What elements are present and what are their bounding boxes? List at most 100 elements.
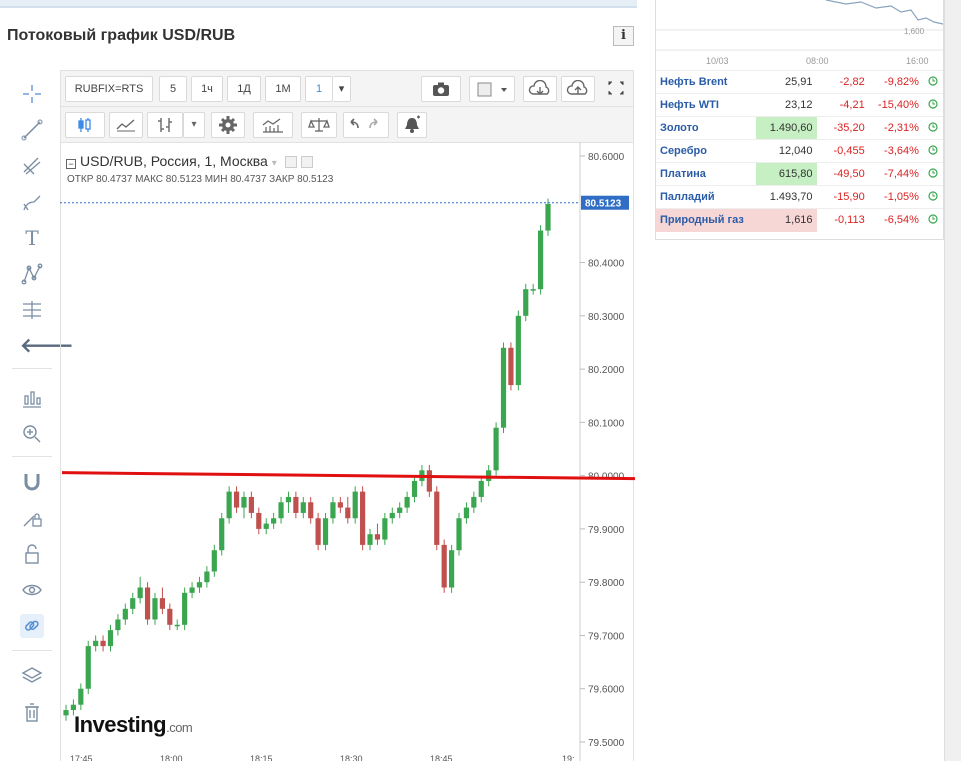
mini-axis-0: 10/03 [706,56,729,66]
candlestick-chart[interactable]: 80.600080.400080.300080.200080.100080.00… [60,142,635,761]
candle-body [478,480,484,497]
trash-icon[interactable] [20,700,44,724]
clock-icon [922,70,943,94]
quote-change: -49,50 [816,162,869,186]
interval-1min[interactable]: 1 [305,76,333,102]
candle-body [322,518,329,545]
candle-body [449,550,455,588]
alert-bell-icon[interactable] [397,112,427,138]
symbol-selector[interactable]: RUBFIX=RTS [65,76,153,102]
clock-icon [922,93,943,117]
candle-body [107,630,114,647]
interval-1h[interactable]: 1ч [191,76,223,102]
quote-name[interactable]: Платина [656,162,757,186]
camera-icon[interactable] [421,76,461,102]
zoom-in-icon[interactable] [20,422,44,446]
lock-drawings-icon[interactable] [20,506,44,530]
compare-scale-icon[interactable] [301,112,337,138]
y-tick-label: 79.9000 [588,525,625,536]
quote-name[interactable]: Природный газ [656,208,757,232]
candle-body [115,619,121,631]
quote-change: -2,82 [816,70,869,94]
settings-gear-icon[interactable] [211,112,245,138]
interval-1m[interactable]: 1М [265,76,301,102]
quote-row[interactable]: Нефть Brent 25,91 -2,82 -9,82% [656,70,943,94]
interval-dropdown[interactable]: ▾ [333,76,351,102]
measure-icon[interactable] [20,298,44,322]
color-picker-button[interactable] [469,76,515,102]
candle-body [263,523,269,529]
candle-body [382,518,388,540]
candle-body [397,507,403,513]
interval-5[interactable]: 5 [159,76,187,102]
candle-body [523,289,529,316]
resistance-line[interactable] [61,471,635,481]
interval-1d[interactable]: 1Д [227,76,261,102]
candle-body [130,598,136,609]
candle-body [78,688,84,705]
quote-change: -15,90 [816,185,869,209]
pattern-icon[interactable] [20,262,44,286]
quote-change-pct: -15,40% [868,93,923,117]
arrow-left-icon[interactable]: 🡐 [20,334,74,358]
window-edge [944,0,961,761]
candle-body [204,571,210,583]
magnet-icon[interactable] [20,470,44,494]
candle-body [463,507,470,519]
link-icon[interactable] [20,614,44,638]
quote-row[interactable]: Золото 1.490,60 -35,20 -2,31% [656,116,943,140]
quote-row[interactable]: Природный газ 1,616 -0,113 -6,54% [656,208,943,232]
quote-last: 23,12 [756,93,817,117]
fullscreen-icon[interactable] [601,76,631,102]
crosshair-icon[interactable] [20,82,44,106]
quote-name[interactable]: Серебро [656,139,757,163]
quote-last: 1,616 [756,208,817,232]
quote-row[interactable]: Нефть WTI 23,12 -4,21 -15,40% [656,93,943,117]
candle-body [500,347,507,428]
quote-change: -35,20 [816,116,869,140]
indicators-button-icon[interactable] [253,112,293,138]
quote-last: 615,80 [756,162,817,186]
eye-icon[interactable] [20,578,44,602]
unlock-icon[interactable] [20,542,44,566]
clock-icon [922,208,943,232]
quote-name[interactable]: Золото [656,116,757,140]
candle-body [85,646,91,689]
candle-body [508,347,514,386]
trend-line-icon[interactable] [20,118,44,142]
pitchfork-icon[interactable] [20,154,44,178]
undo-redo-icons[interactable] [343,112,389,138]
candle-type-icon[interactable] [65,112,105,138]
indicators-icon[interactable] [20,386,44,410]
mini-chart: 1,600 10/03 08:00 16:00 [656,0,943,66]
candle-body [152,598,158,620]
drawing-toolbar: T 🡐 [8,70,74,740]
quote-row[interactable]: Палладий 1.493,70 -15,90 -1,05% [656,185,943,209]
cloud-upload-icon[interactable] [561,76,595,102]
chart-type-dropdown[interactable]: ▾ [183,112,205,138]
quote-name[interactable]: Нефть Brent [656,70,757,94]
layers-icon[interactable] [20,664,44,688]
candle-body [196,582,203,588]
quote-change: -4,21 [816,93,869,117]
brush-icon[interactable] [20,190,44,214]
candle-body [159,598,165,609]
cloud-download-icon[interactable] [523,76,557,102]
quote-change-pct: -9,82% [868,70,923,94]
candle-body [360,491,366,545]
text-tool-icon[interactable]: T [20,226,44,250]
candle-body [389,512,395,519]
quote-row[interactable]: Платина 615,80 -49,50 -7,44% [656,162,943,186]
quote-row[interactable]: Серебро 12,040 -0,455 -3,64% [656,139,943,163]
chart-toolbar-bottom: ▾ [61,107,633,143]
info-button[interactable]: i [613,26,634,46]
candle-body [515,315,521,386]
bars-chart-icon[interactable] [147,112,183,138]
candle-body [545,203,551,231]
quote-name[interactable]: Нефть WTI [656,93,757,117]
quote-name[interactable]: Палладий [656,185,757,209]
y-tick-label: 80.3000 [588,312,625,323]
x-tick-label: 17:45 [70,754,93,761]
candle-body [211,550,217,572]
area-chart-icon[interactable] [109,112,143,138]
